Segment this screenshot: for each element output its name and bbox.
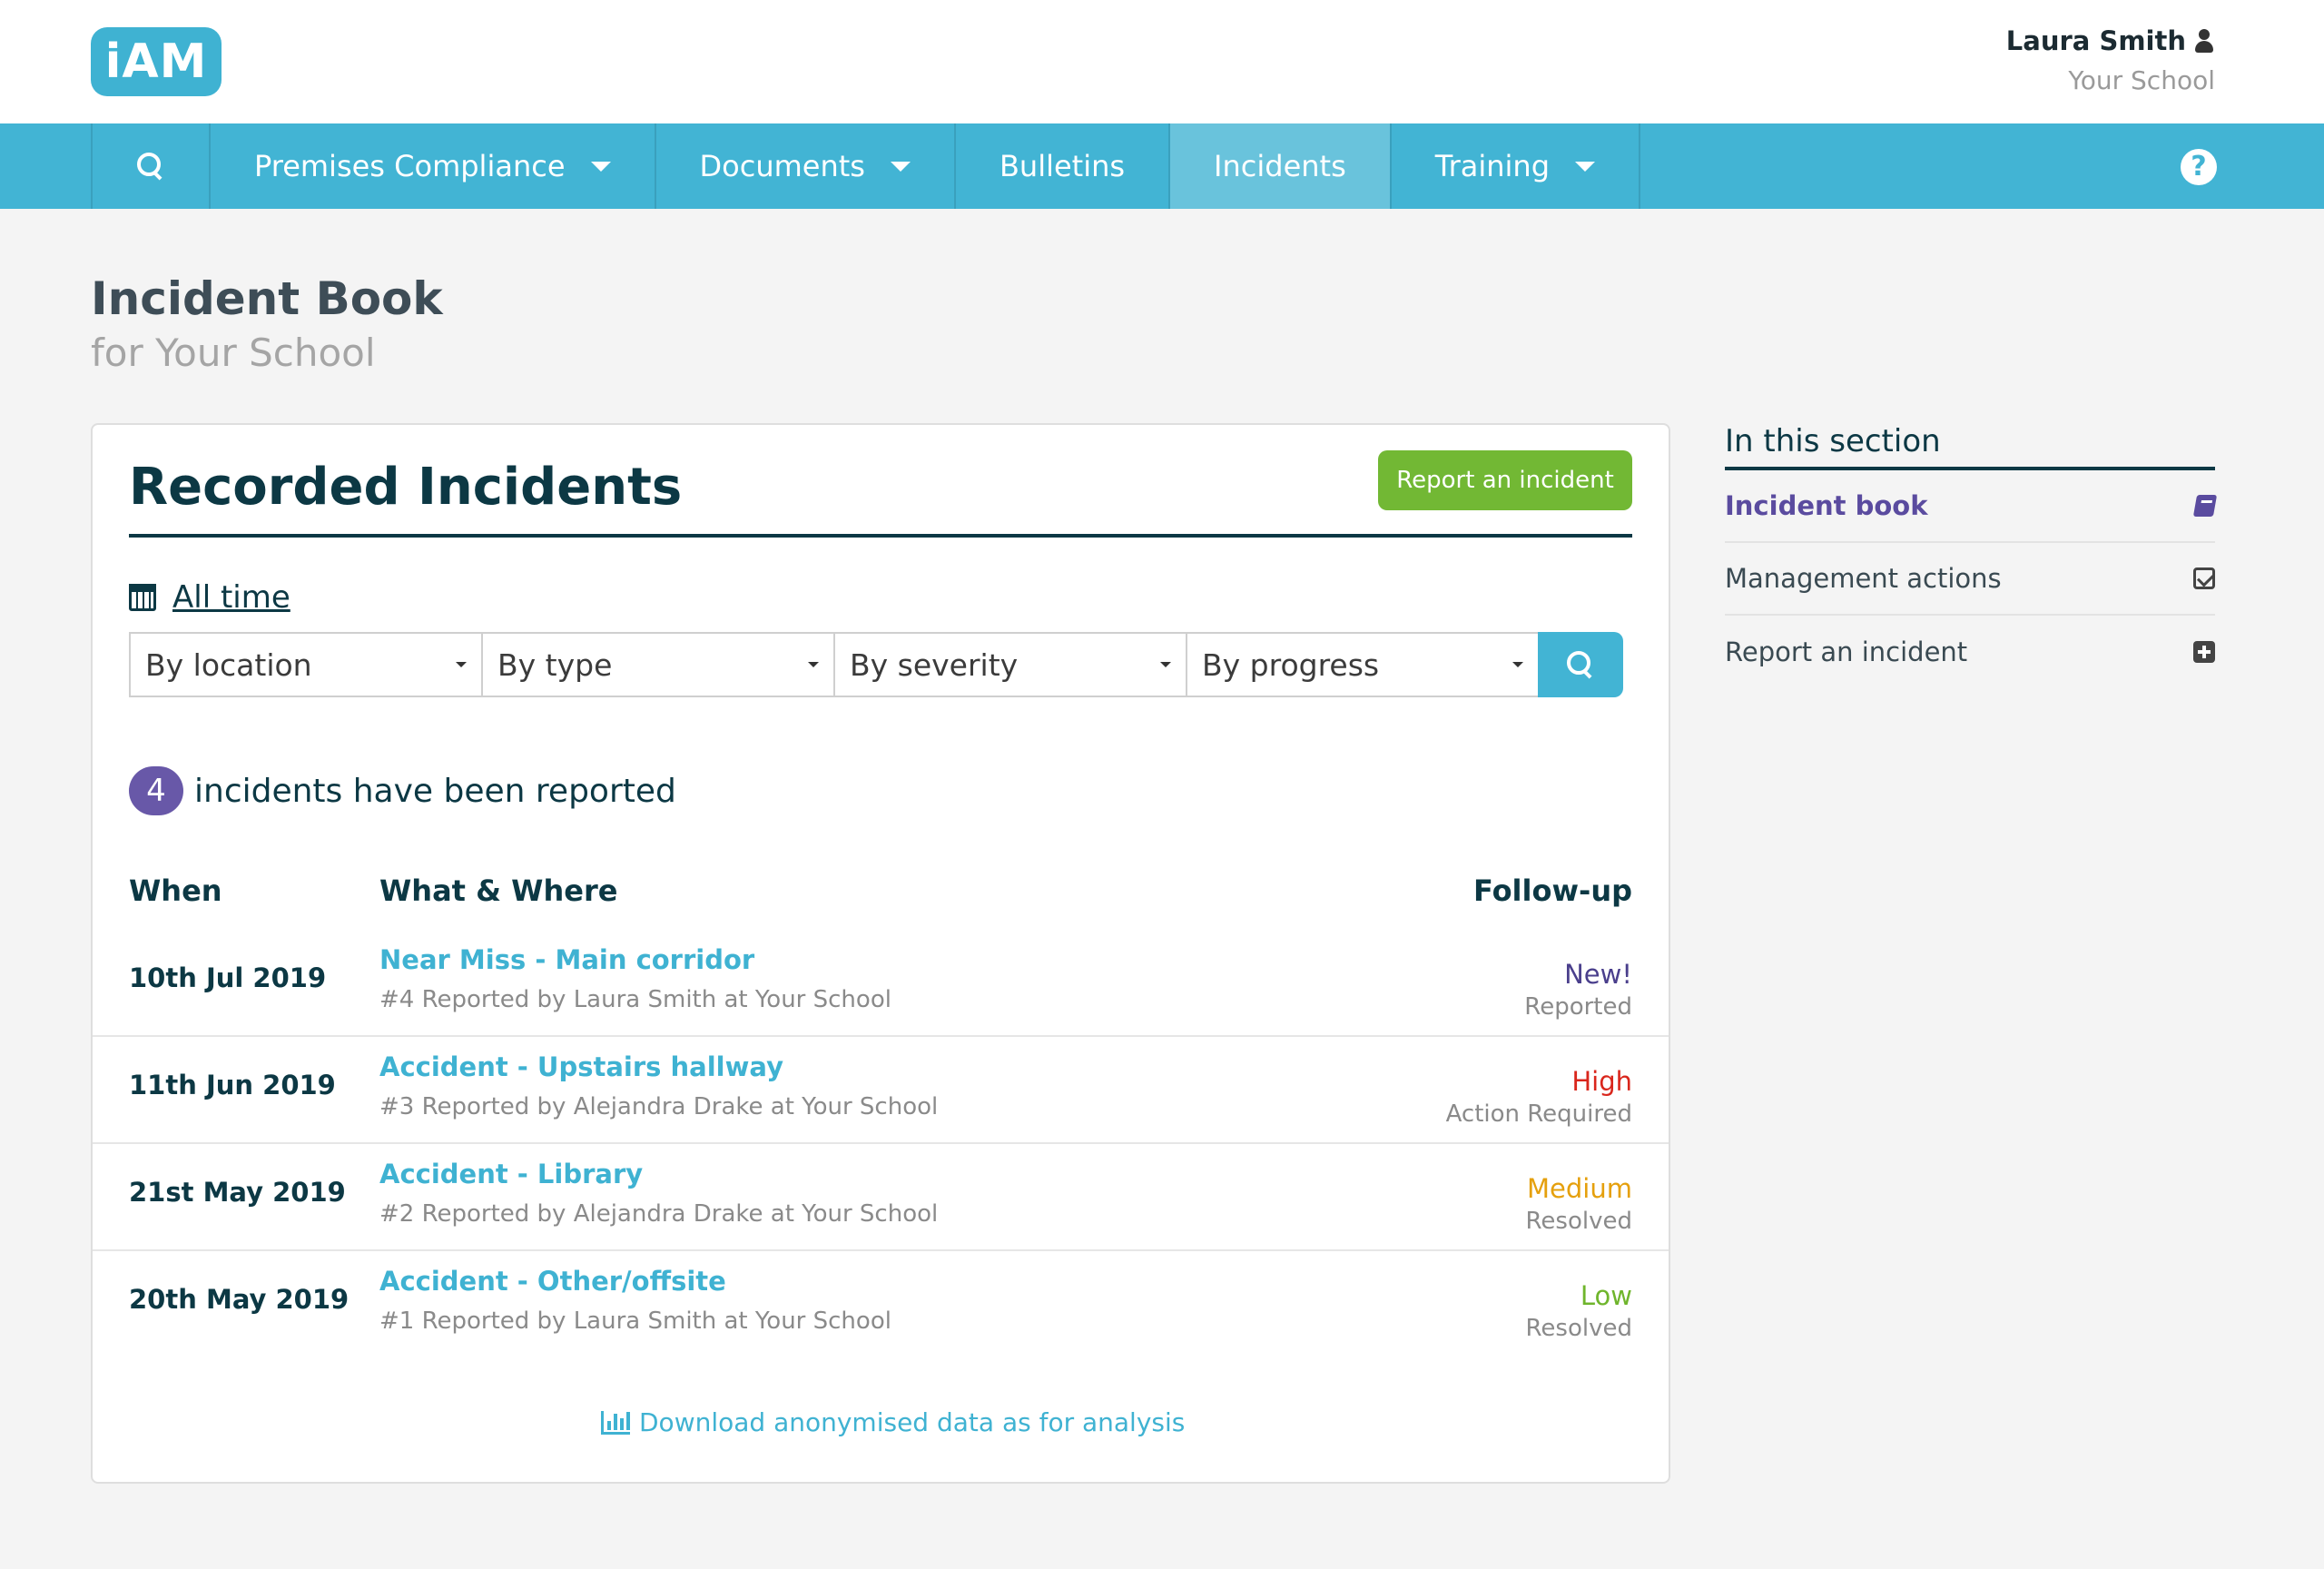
caret-down-icon [456,662,467,667]
type-select[interactable]: By type [481,632,835,697]
search-icon [1567,651,1594,678]
severity-label: New! [1564,959,1632,990]
user-name: Laura Smith [2005,25,2186,56]
caret-down-icon [808,662,819,667]
count-text: incidents have been reported [194,772,676,810]
severity-select[interactable]: By severity [833,632,1187,697]
incident-count: 4 incidents have been reported [129,766,676,815]
severity-label: High [1571,1066,1632,1097]
incident-date: 10th Jul 2019 [129,962,327,993]
progress-select[interactable]: By progress [1186,632,1540,697]
sidebar-item-report-incident[interactable]: Report an incident [1725,616,2215,688]
table-row[interactable]: 10th Jul 2019 Near Miss - Main corridor … [93,930,1669,1037]
nav-search-button[interactable] [91,123,209,209]
check-square-icon [2193,567,2215,589]
bar-chart-icon [601,1410,630,1435]
help-icon[interactable]: ? [2181,149,2217,185]
user-menu[interactable]: Laura Smith Your School [2006,25,2215,95]
chevron-down-icon [890,161,911,172]
sidebar-item-management-actions[interactable]: Management actions [1725,543,2215,616]
nav-training[interactable]: Training [1389,123,1641,209]
book-icon [2192,495,2218,517]
nav-bulletins[interactable]: Bulletins [953,123,1168,209]
plus-square-icon [2193,641,2215,663]
user-icon [2193,29,2215,53]
time-filter[interactable]: All time [129,579,290,616]
caret-down-icon [1160,662,1171,667]
calendar-icon [129,584,156,611]
column-header-when: When [129,873,222,908]
incident-date: 21st May 2019 [129,1177,346,1208]
caret-down-icon [1512,662,1523,667]
report-incident-button[interactable]: Report an incident [1378,450,1632,510]
iam-logo[interactable]: iAM [91,27,222,96]
time-filter-link[interactable]: All time [172,579,290,616]
table-row[interactable]: 11th Jun 2019 Accident - Upstairs hallwa… [93,1037,1669,1144]
status-label: Reported [1524,993,1632,1021]
chevron-down-icon [590,161,611,172]
sidebar-title: In this section [1725,423,1941,459]
table-row[interactable]: 21st May 2019 Accident - Library #2 Repo… [93,1144,1669,1251]
incident-date: 20th May 2019 [129,1284,350,1315]
table-row[interactable]: 20th May 2019 Accident - Other/offsite #… [93,1251,1669,1358]
incident-reporter: #4 Reported by Laura Smith at Your Schoo… [379,986,891,1013]
severity-label: Low [1580,1280,1632,1311]
page-subtitle: for Your School [91,331,376,375]
status-label: Resolved [1525,1315,1632,1342]
page-title: Incident Book [91,272,443,325]
severity-label: Medium [1527,1173,1632,1204]
incident-date: 11th Jun 2019 [129,1070,336,1100]
count-badge: 4 [129,766,183,815]
location-select[interactable]: By location [129,632,483,697]
search-icon [137,153,164,180]
recorded-incidents-card: Recorded Incidents Report an incident Al… [91,423,1670,1484]
title-divider [129,534,1632,538]
main-nav: Premises Compliance Documents Bulletins … [0,123,2324,209]
filter-bar: By location By type By severity By progr… [129,632,1623,697]
nav-incidents[interactable]: Incidents [1168,123,1390,209]
card-title: Recorded Incidents [129,458,683,517]
incident-reporter: #3 Reported by Alejandra Drake at Your S… [379,1093,939,1120]
download-data-link[interactable]: Download anonymised data as for analysis [601,1407,1185,1437]
column-header-follow-up: Follow-up [1473,873,1632,908]
status-label: Action Required [1445,1100,1632,1128]
column-header-what: What & Where [379,873,618,908]
nav-documents[interactable]: Documents [654,123,954,209]
status-label: Resolved [1525,1208,1632,1235]
sidebar-item-incident-book[interactable]: Incident book [1725,470,2218,543]
incident-link[interactable]: Accident - Other/offsite [379,1266,726,1297]
section-sidebar: In this section Incident book Management… [1725,423,2218,688]
user-school: Your School [2068,65,2215,95]
incident-link[interactable]: Accident - Upstairs hallway [379,1051,783,1082]
top-header: iAM Laura Smith Your School [0,0,2324,123]
incident-reporter: #1 Reported by Laura Smith at Your Schoo… [379,1308,891,1335]
incident-reporter: #2 Reported by Alejandra Drake at Your S… [379,1200,939,1228]
chevron-down-icon [1575,161,1596,172]
filter-search-button[interactable] [1538,632,1623,697]
incident-link[interactable]: Near Miss - Main corridor [379,944,754,975]
nav-premises-compliance[interactable]: Premises Compliance [209,123,655,209]
incident-link[interactable]: Accident - Library [379,1159,643,1189]
